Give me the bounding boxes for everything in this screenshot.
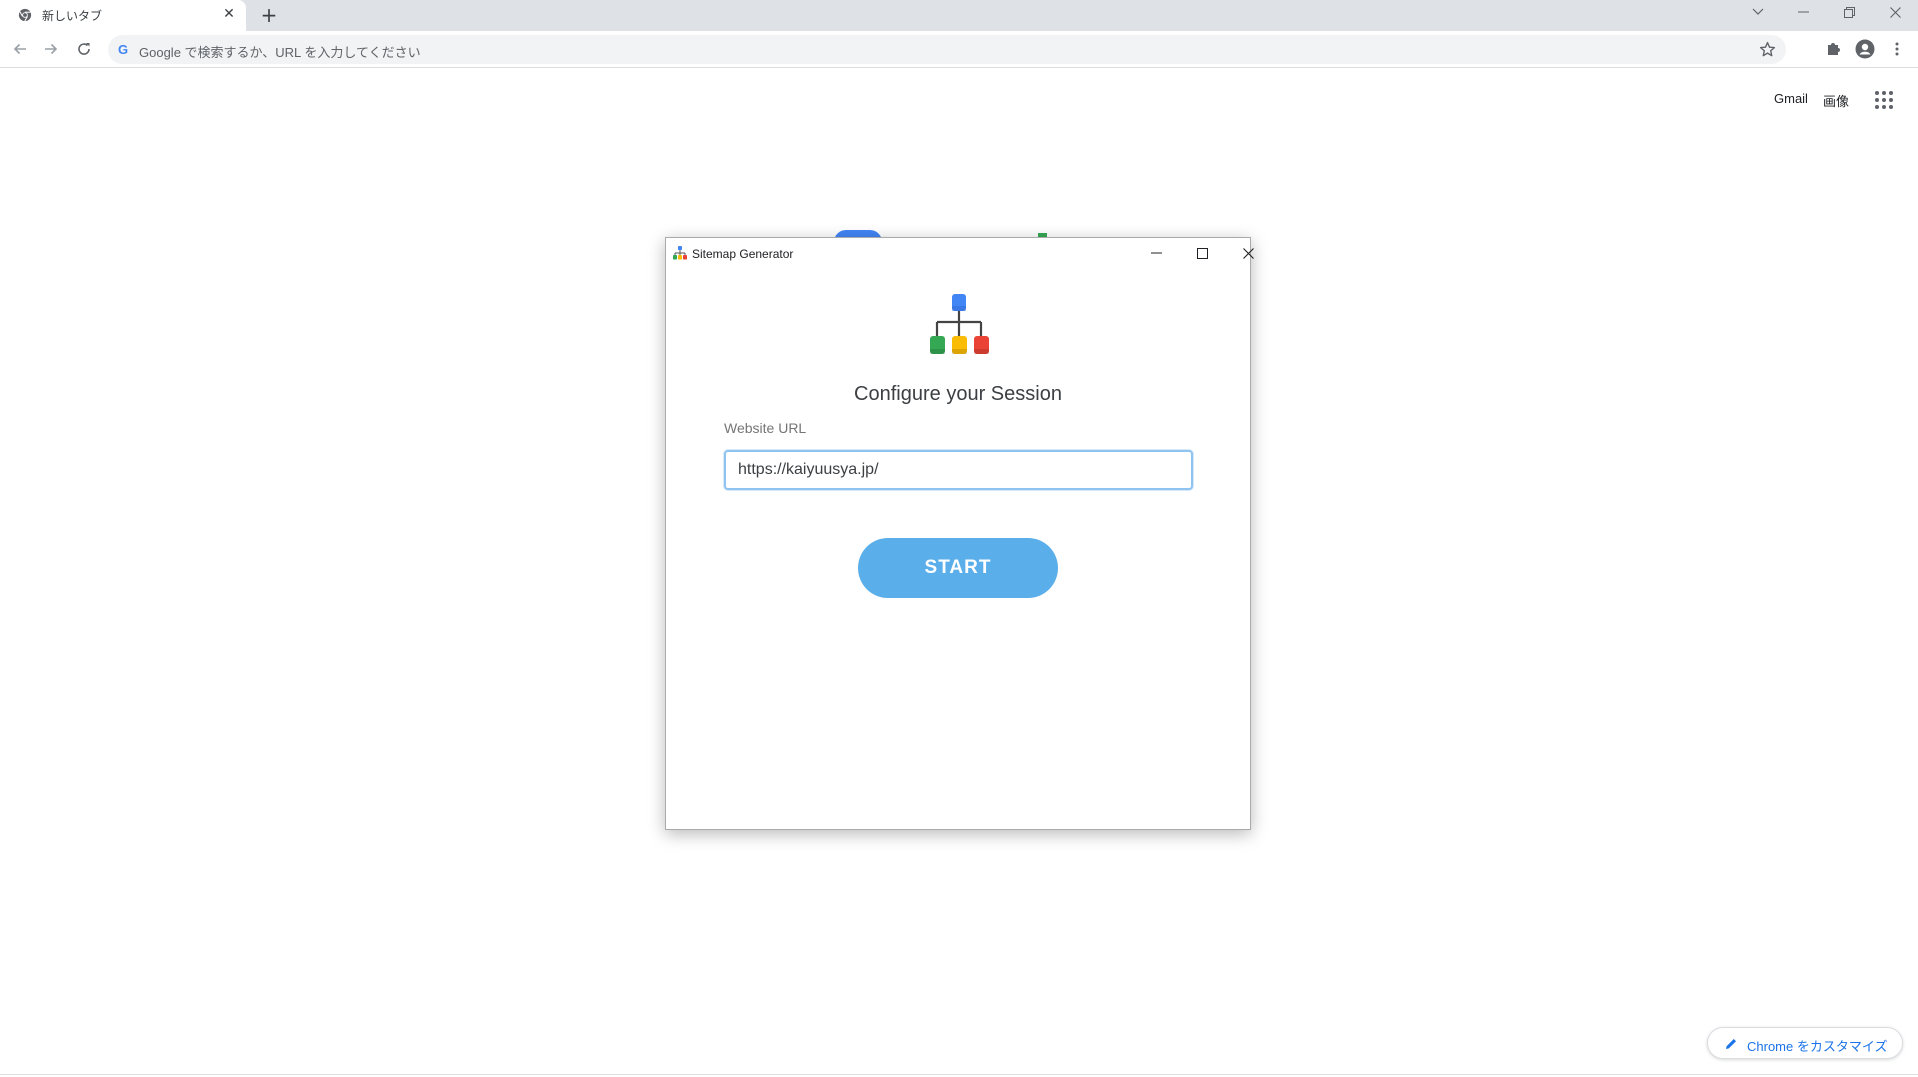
sitemap-logo-icon	[930, 294, 989, 354]
omnibox[interactable]: G Google で検索するか、URL を入力してください	[108, 35, 1786, 64]
close-icon	[1242, 247, 1254, 259]
sitemap-generator-window: Sitemap Generator Configure your Session…	[665, 237, 1254, 830]
window-minimize-button[interactable]	[1780, 0, 1826, 24]
tab-search-button[interactable]	[1735, 0, 1781, 24]
images-link[interactable]: 画像	[1823, 91, 1849, 110]
close-icon	[1889, 6, 1901, 18]
profile-button[interactable]	[1854, 38, 1876, 60]
new-tab-button[interactable]: +	[258, 4, 280, 26]
tab-new-tab[interactable]: 新しいタブ ✕	[0, 0, 246, 31]
apps-grid-icon[interactable]	[1874, 90, 1894, 110]
session-heading: Configure your Session	[854, 383, 1062, 405]
customize-chrome-button[interactable]: Chrome をカスタマイズ	[1707, 1027, 1903, 1059]
tab-strip: 新しいタブ ✕ +	[0, 0, 1918, 31]
app-window-title: Sitemap Generator	[692, 247, 794, 261]
browser-toolbar: G Google で検索するか、URL を入力してください	[0, 31, 1918, 68]
chrome-icon	[18, 8, 32, 22]
tab-title: 新しいタブ	[42, 9, 103, 23]
extensions-button[interactable]	[1822, 38, 1844, 60]
sitemap-icon	[673, 246, 687, 260]
window-restore-button[interactable]	[1826, 0, 1872, 24]
minimize-icon	[1797, 11, 1809, 13]
kebab-menu-icon	[1895, 42, 1899, 56]
app-titlebar[interactable]: Sitemap Generator	[666, 238, 1254, 268]
plus-icon: +	[260, 3, 278, 27]
start-button[interactable]: START	[858, 538, 1058, 598]
website-url-input[interactable]	[724, 450, 1193, 490]
back-button[interactable]	[8, 37, 32, 61]
star-icon[interactable]	[1759, 41, 1776, 58]
forward-arrow-icon	[45, 43, 58, 55]
app-maximize-button[interactable]	[1182, 241, 1222, 265]
close-icon[interactable]: ✕	[222, 7, 236, 21]
window-close-button[interactable]	[1872, 0, 1918, 24]
back-arrow-icon	[13, 43, 26, 55]
reload-button[interactable]	[72, 37, 96, 61]
puzzle-icon	[1828, 43, 1840, 55]
reload-icon	[78, 43, 90, 55]
pencil-icon	[1726, 1039, 1736, 1049]
app-minimize-button[interactable]	[1136, 241, 1176, 265]
gmail-link[interactable]: Gmail	[1774, 91, 1808, 106]
app-close-button[interactable]	[1228, 241, 1268, 265]
bottom-divider	[0, 1074, 1918, 1075]
restore-icon	[1843, 6, 1855, 18]
omnibox-placeholder: Google で検索するか、URL を入力してください	[139, 45, 421, 60]
customize-chrome-label: Chrome をカスタマイズ	[1747, 1039, 1888, 1054]
chrome-menu-button[interactable]	[1886, 38, 1908, 60]
google-g-icon: G	[118, 42, 129, 57]
maximize-icon	[1196, 247, 1208, 259]
forward-button[interactable]	[39, 37, 63, 61]
chevron-down-icon	[1752, 8, 1764, 15]
profile-icon	[1855, 39, 1875, 59]
minimize-icon	[1150, 252, 1162, 254]
app-body: Configure your Session Website URL START	[666, 268, 1250, 829]
website-url-label: Website URL	[724, 420, 807, 436]
